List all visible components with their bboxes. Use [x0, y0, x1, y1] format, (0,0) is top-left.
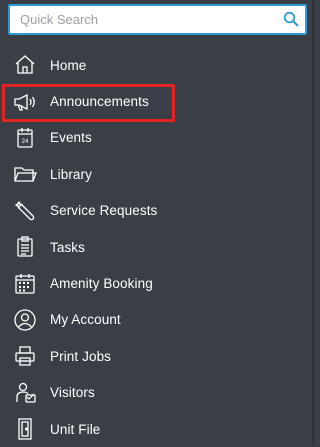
sidebar-item-visitors[interactable]: Visitors: [0, 375, 314, 411]
sidebar-item-label: Home: [50, 57, 87, 73]
sidebar-nav: Home Announcements 24 Events Library Ser…: [0, 47, 314, 447]
sidebar-item-events[interactable]: 24 Events: [0, 120, 314, 156]
sidebar-item-unit-file[interactable]: Unit File: [0, 411, 314, 447]
door-icon: [12, 417, 38, 441]
sidebar-item-label: My Account: [50, 312, 121, 328]
sidebar-item-amenity-booking[interactable]: Amenity Booking: [0, 265, 314, 301]
sidebar-item-label: Library: [50, 166, 92, 182]
sidebar-item-label: Unit File: [50, 421, 101, 437]
printer-icon: [12, 344, 38, 368]
sidebar-item-label: Announcements: [50, 94, 149, 110]
svg-text:24: 24: [22, 139, 29, 145]
user-circle-icon: [12, 308, 38, 332]
megaphone-icon: [12, 90, 38, 114]
sidebar-item-service-requests[interactable]: Service Requests: [0, 193, 314, 229]
sidebar-edge: [312, 0, 314, 446]
sidebar-item-label: Events: [50, 130, 92, 146]
search-input[interactable]: [10, 6, 275, 33]
sidebar-item-label: Tasks: [50, 239, 86, 255]
sidebar-item-tasks[interactable]: Tasks: [0, 229, 314, 265]
sidebar-item-label: Amenity Booking: [50, 276, 153, 292]
sidebar-item-my-account[interactable]: My Account: [0, 302, 314, 338]
wrench-icon: [12, 199, 38, 223]
folder-icon: [12, 162, 38, 186]
clipboard-icon: [12, 235, 38, 259]
sidebar-item-library[interactable]: Library: [0, 156, 314, 192]
calendar-grid-icon: [12, 272, 38, 296]
search-box[interactable]: [8, 4, 307, 35]
search-bar: [0, 0, 314, 42]
sidebar-item-announcements[interactable]: Announcements: [0, 83, 314, 119]
search-icon[interactable]: [283, 11, 299, 27]
visitors-icon: [12, 381, 38, 405]
sidebar-item-home[interactable]: Home: [0, 47, 314, 83]
sidebar-item-label: Visitors: [50, 385, 95, 401]
home-icon: [12, 53, 38, 77]
sidebar-item-label: Print Jobs: [50, 348, 112, 364]
sidebar-item-label: Service Requests: [50, 203, 158, 219]
calendar-icon: 24: [12, 126, 38, 150]
sidebar-item-print-jobs[interactable]: Print Jobs: [0, 338, 314, 374]
